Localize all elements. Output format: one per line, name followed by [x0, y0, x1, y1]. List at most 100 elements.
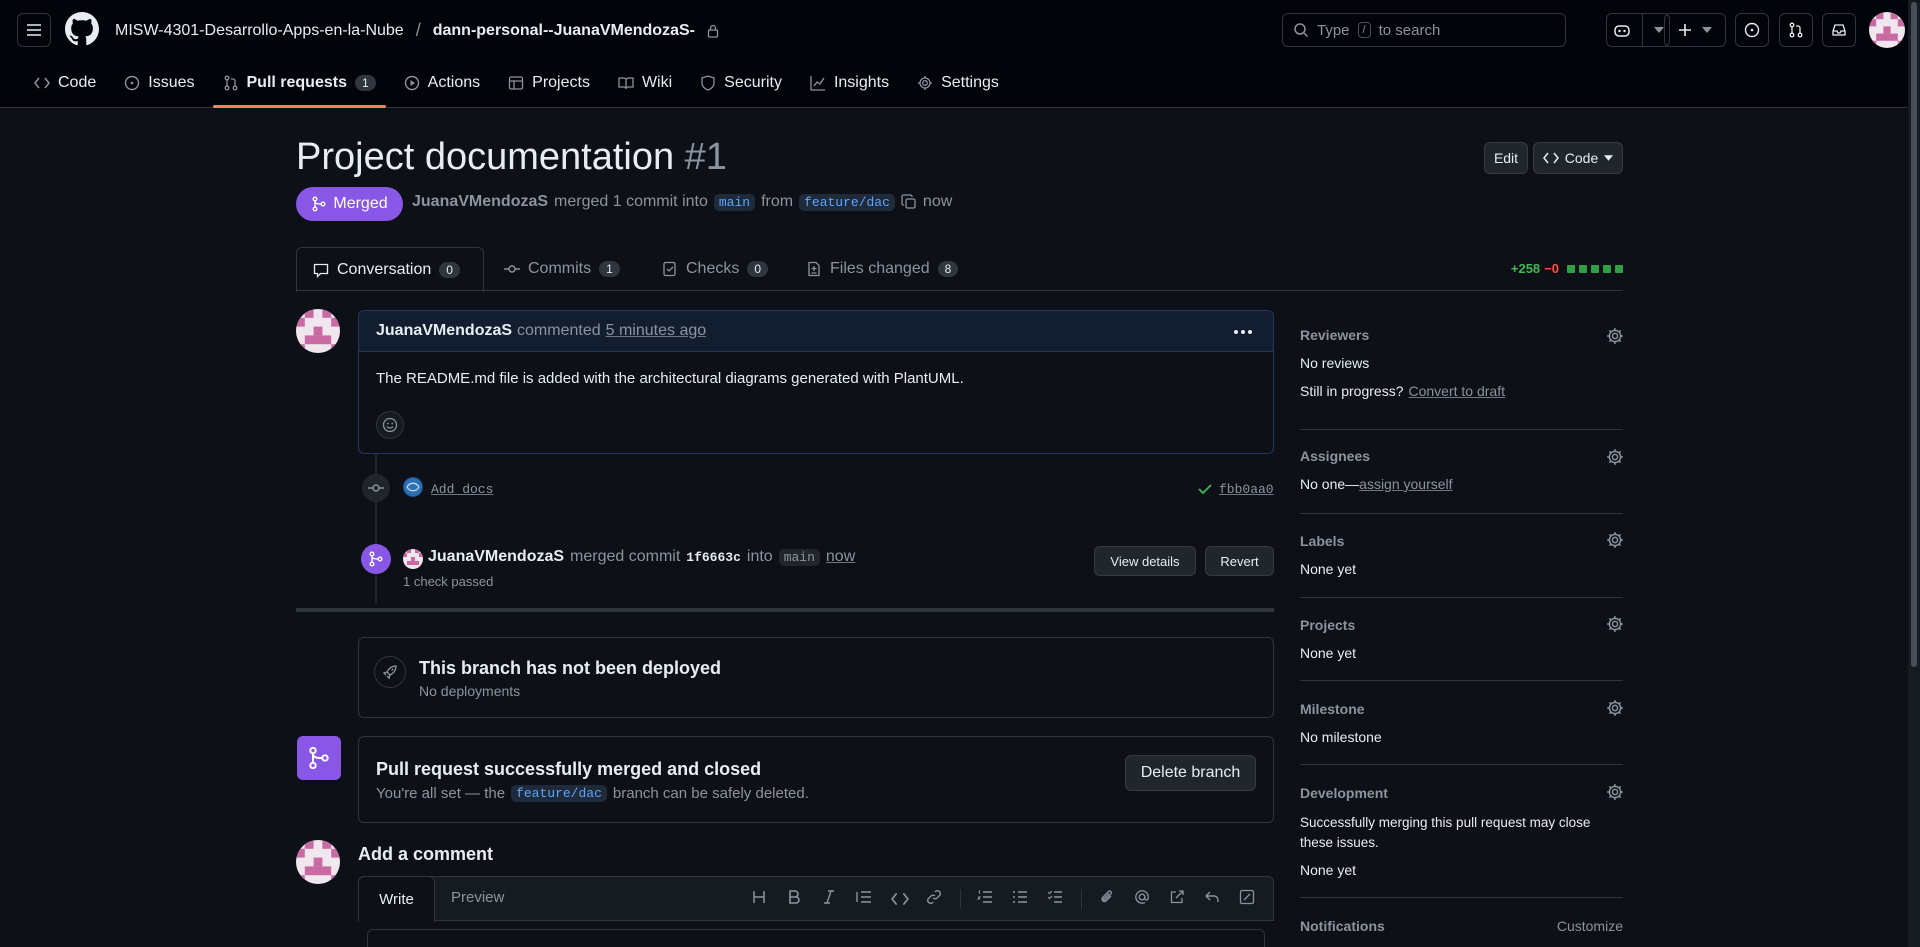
comment-textarea[interactable] — [367, 929, 1265, 947]
org-link[interactable]: MISW-4301-Desarrollo-Apps-en-la-Nube — [115, 22, 404, 40]
gear-icon[interactable] — [1606, 327, 1624, 345]
fullscreen-icon[interactable] — [1239, 889, 1255, 905]
quote-icon[interactable] — [856, 889, 872, 905]
gear-icon[interactable] — [1606, 615, 1624, 633]
gear-icon[interactable] — [1606, 448, 1624, 466]
italic-icon[interactable] — [821, 889, 837, 905]
pr-author-link[interactable]: JuanaVMendozaS — [412, 193, 548, 211]
development-title[interactable]: Development — [1300, 785, 1623, 801]
repo-link[interactable]: dann-personal--JuanaVMendozaS- — [433, 22, 695, 40]
tab-settings[interactable]: Settings — [907, 64, 1009, 102]
commit-sha-link[interactable]: fbb0aa0 — [1219, 482, 1274, 497]
kebab-horizontal-icon[interactable] — [1233, 329, 1253, 335]
heading-icon[interactable] — [751, 889, 767, 905]
diffstat-block — [1567, 264, 1575, 273]
gear-icon[interactable] — [1606, 531, 1624, 549]
tab-insights[interactable]: Insights — [800, 64, 899, 102]
head-branch[interactable]: feature/dac — [799, 193, 895, 211]
page-scrollbar[interactable] — [1908, 0, 1920, 947]
merged-box-branch[interactable]: feature/dac — [511, 785, 607, 802]
bold-icon[interactable] — [786, 889, 802, 905]
tab-wiki[interactable]: Wiki — [608, 64, 682, 102]
checks-passed-text[interactable]: 1 check passed — [403, 574, 493, 589]
search-input[interactable]: Type / to search — [1282, 13, 1566, 47]
paperclip-icon[interactable] — [1099, 889, 1115, 905]
merge-time-link[interactable]: now — [826, 548, 855, 566]
identicon-avatar-icon — [296, 309, 340, 353]
merged-status-box: Pull request successfully merged and clo… — [358, 736, 1274, 823]
code-icon[interactable] — [891, 891, 909, 907]
tab-preview[interactable]: Preview — [451, 889, 504, 906]
tab-commits[interactable]: Commits 1 — [488, 247, 636, 291]
unordered-list-icon[interactable] — [1012, 889, 1028, 905]
labels-value: None yet — [1300, 561, 1357, 577]
revert-button[interactable]: Revert — [1205, 546, 1274, 576]
merged-box-title: Pull request successfully merged and clo… — [376, 759, 762, 779]
tab-files-changed[interactable]: Files changed 8 — [790, 247, 974, 291]
development-value: None yet — [1300, 862, 1357, 878]
create-new-button[interactable] — [1664, 13, 1726, 47]
tab-security[interactable]: Security — [690, 64, 792, 102]
comment-time-link[interactable]: 5 minutes ago — [606, 322, 707, 340]
copilot-button[interactable] — [1606, 13, 1670, 47]
copy-icon[interactable] — [901, 194, 917, 210]
base-branch[interactable]: main — [713, 193, 756, 211]
tab-issues[interactable]: Issues — [114, 64, 204, 102]
gear-icon[interactable] — [1606, 783, 1624, 801]
user-avatar[interactable] — [1869, 12, 1905, 48]
menu-button[interactable] — [17, 13, 51, 47]
view-details-button[interactable]: View details — [1094, 546, 1196, 576]
gear-icon[interactable] — [1606, 699, 1624, 717]
inbox-button[interactable] — [1822, 13, 1856, 47]
ordered-list-icon[interactable] — [977, 889, 993, 905]
assign-yourself-link[interactable]: assign yourself — [1359, 476, 1452, 492]
add-reaction-button[interactable] — [376, 411, 404, 439]
tab-conversation[interactable]: Conversation 0 — [296, 247, 484, 292]
mention-icon[interactable] — [1134, 889, 1150, 905]
tab-projects[interactable]: Projects — [498, 64, 600, 102]
merge-author-avatar[interactable] — [403, 549, 423, 569]
comment-author-link[interactable]: JuanaVMendozaS — [376, 322, 512, 340]
task-list-icon[interactable] — [1047, 889, 1063, 905]
comment-author-avatar[interactable] — [296, 309, 340, 353]
comment-form-avatar[interactable] — [296, 840, 340, 884]
reply-icon[interactable] — [1204, 889, 1220, 905]
convert-to-draft-link[interactable]: Convert to draft — [1409, 383, 1506, 399]
issues-button[interactable] — [1735, 13, 1769, 47]
deployment-status: This branch has not been deployed No dep… — [358, 637, 1274, 718]
pr-tabs: Conversation 0 Commits 1 Checks 0 Files … — [296, 247, 1623, 292]
delete-branch-button[interactable]: Delete branch — [1125, 755, 1256, 791]
commit-author-avatar[interactable] — [403, 477, 423, 497]
link-icon[interactable] — [926, 889, 942, 905]
tab-actions[interactable]: Actions — [394, 64, 490, 102]
tab-pull-requests[interactable]: Pull requests 1 — [212, 64, 386, 108]
milestone-title[interactable]: Milestone — [1300, 701, 1623, 717]
tab-code[interactable]: Code — [24, 64, 106, 102]
cross-reference-icon[interactable] — [1169, 889, 1185, 905]
labels-title[interactable]: Labels — [1300, 533, 1623, 549]
merge-base-branch[interactable]: main — [778, 548, 820, 566]
code-icon — [34, 77, 50, 89]
tab-write[interactable]: Write — [358, 876, 435, 922]
tab-label: Checks — [686, 260, 740, 277]
github-logo[interactable] — [65, 12, 99, 46]
merged-box-text-before: You're all set — the — [376, 785, 506, 802]
scrollbar-thumb[interactable] — [1911, 2, 1917, 667]
repo-tab-label: Insights — [833, 74, 890, 91]
code-button[interactable]: Code — [1533, 142, 1623, 174]
tab-checks[interactable]: Checks 0 — [646, 247, 784, 291]
sidebar-labels: Labels None yet — [1300, 533, 1623, 577]
edit-button[interactable]: Edit — [1484, 142, 1528, 174]
assignees-title[interactable]: Assignees — [1300, 448, 1623, 464]
customize-notifications-link[interactable]: Customize — [1557, 918, 1623, 934]
commit-message-link[interactable]: Add docs — [431, 482, 493, 497]
milestone-value: No milestone — [1300, 729, 1382, 745]
merge-author-link[interactable]: JuanaVMendozaS — [428, 548, 564, 566]
projects-title[interactable]: Projects — [1300, 617, 1623, 633]
pull-requests-button[interactable] — [1779, 13, 1813, 47]
merge-commit-sha[interactable]: 1f6663c — [686, 550, 741, 565]
reviewers-title[interactable]: Reviewers — [1300, 327, 1623, 343]
hamburger-icon — [27, 24, 41, 36]
breadcrumb-separator: / — [415, 20, 421, 40]
tab-preview-label: Preview — [451, 889, 505, 906]
